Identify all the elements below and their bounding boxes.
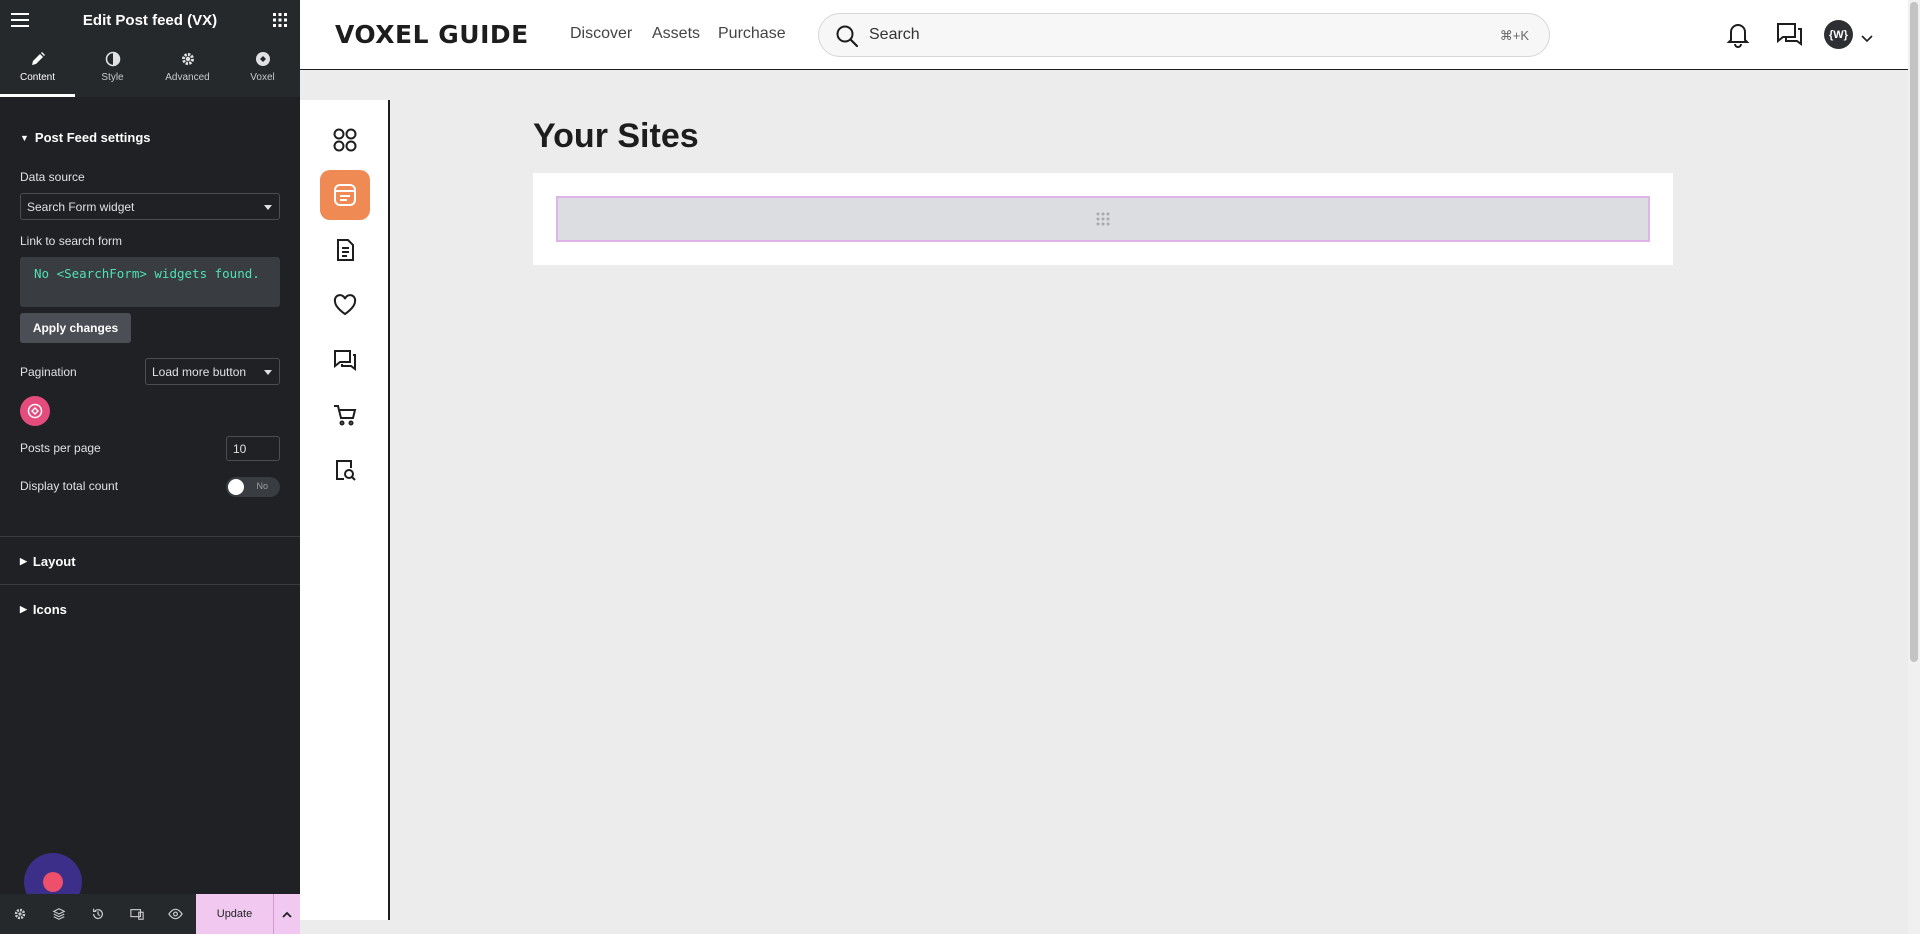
document-icon[interactable] (320, 225, 370, 275)
hamburger-menu-icon[interactable] (10, 10, 30, 30)
pagination-label: Pagination (20, 365, 77, 379)
nav-purchase[interactable]: Purchase (718, 25, 786, 43)
posts-per-page-label: Posts per page (20, 441, 101, 455)
settings-gear-icon[interactable] (0, 894, 39, 934)
page-scrollbar[interactable] (1908, 0, 1920, 934)
user-avatar[interactable]: {W} (1824, 20, 1853, 49)
scrollbar-thumb[interactable] (1910, 2, 1918, 662)
pencil-icon (31, 52, 45, 65)
preview-eye-icon[interactable] (156, 894, 195, 934)
panel-header: Edit Post feed (VX) (0, 0, 300, 40)
post-feed-widget-placeholder[interactable] (556, 196, 1650, 242)
toggle-knob (228, 479, 244, 495)
tab-style[interactable]: Style (75, 40, 150, 97)
data-source-select[interactable]: Search Form widget (20, 193, 280, 220)
chevron-down-icon[interactable] (1861, 30, 1873, 48)
section-title: Icons (32, 602, 67, 617)
dynamic-tag-icon (27, 403, 43, 419)
nav-assets[interactable]: Assets (652, 25, 700, 43)
data-source-label: Data source (20, 170, 85, 184)
gear-icon (181, 53, 194, 65)
site-logo[interactable]: VOXEL GUIDE (335, 20, 529, 49)
chat-icon[interactable] (320, 335, 370, 385)
drag-handle-icon (1096, 212, 1110, 226)
link-search-form-label: Link to search form (20, 234, 123, 248)
search-document-icon[interactable] (320, 445, 370, 495)
display-total-count-label: Display total count (20, 479, 119, 493)
page-content: Your Sites (300, 70, 1908, 920)
section-title: Layout (32, 554, 76, 569)
pagination-select[interactable]: Load more button (145, 358, 280, 385)
notifications-bell-icon[interactable] (1724, 20, 1752, 53)
data-source-value: Search Form widget (27, 199, 135, 214)
responsive-mode-icon[interactable] (117, 894, 156, 934)
page-title: Your Sites (533, 117, 699, 155)
search-icon (836, 25, 859, 48)
search-placeholder: Search (869, 26, 920, 43)
pagination-value: Load more button (152, 364, 247, 379)
history-icon[interactable] (78, 894, 117, 934)
sites-list-icon[interactable] (320, 170, 370, 220)
panel-title: Edit Post feed (VX) (82, 11, 218, 29)
search-shortcut-hint: ⌘+K (1499, 28, 1529, 43)
contrast-icon (105, 51, 120, 67)
toggle-state-label: No (256, 481, 268, 491)
panel-footer: Update (0, 894, 300, 934)
heart-icon[interactable] (320, 280, 370, 330)
dashboard-grid-icon[interactable] (320, 115, 370, 165)
tab-voxel[interactable]: Voxel (225, 40, 300, 97)
section-post-feed-settings[interactable]: ▼ Post Feed settings (20, 130, 151, 145)
dropdown-arrow-icon (264, 370, 272, 375)
site-search-bar[interactable]: Search ⌘+K (818, 13, 1550, 57)
tab-label: Voxel (250, 72, 275, 83)
tab-label: Content (19, 72, 56, 83)
caret-right-icon: ▶ (20, 556, 27, 566)
caret-down-icon: ▼ (20, 132, 29, 143)
caret-right-icon: ▶ (20, 604, 27, 614)
voxel-icon (255, 52, 270, 66)
messages-chat-icon[interactable] (1774, 20, 1804, 53)
section-divider (0, 584, 300, 585)
section-title: Post Feed settings (34, 130, 151, 145)
posts-per-page-input[interactable] (226, 436, 280, 461)
dynamic-tag-button[interactable] (20, 396, 50, 426)
update-options-chevron-up-icon[interactable] (273, 894, 300, 934)
widgets-grid-icon[interactable] (270, 10, 290, 30)
section-divider (0, 536, 300, 537)
update-button[interactable]: Update (196, 894, 273, 934)
display-total-count-toggle[interactable]: No (226, 477, 280, 497)
section-icons[interactable]: ▶ Icons (20, 602, 67, 617)
tab-content[interactable]: Content (0, 40, 75, 97)
tab-label: Advanced (165, 72, 210, 83)
navigator-layers-icon[interactable] (39, 894, 78, 934)
panel-tabs: Content Style Advanced Voxel (0, 40, 300, 97)
tab-advanced[interactable]: Advanced (150, 40, 225, 97)
sites-card (533, 173, 1673, 265)
tab-label: Style (101, 72, 124, 83)
shopping-cart-icon[interactable] (320, 390, 370, 440)
apply-changes-button[interactable]: Apply changes (20, 313, 131, 343)
record-dot-icon (43, 872, 63, 892)
dropdown-arrow-icon (264, 205, 272, 210)
nav-discover[interactable]: Discover (570, 25, 632, 43)
editor-panel: Edit Post feed (VX) Content Style Advanc… (0, 0, 300, 934)
section-layout[interactable]: ▶ Layout (20, 554, 76, 569)
dashboard-icon-rail (300, 100, 390, 920)
search-form-code-box: No <SearchForm> widgets found. (20, 257, 280, 307)
site-header: VOXEL GUIDE Discover Assets Purchase Sea… (300, 0, 1908, 70)
